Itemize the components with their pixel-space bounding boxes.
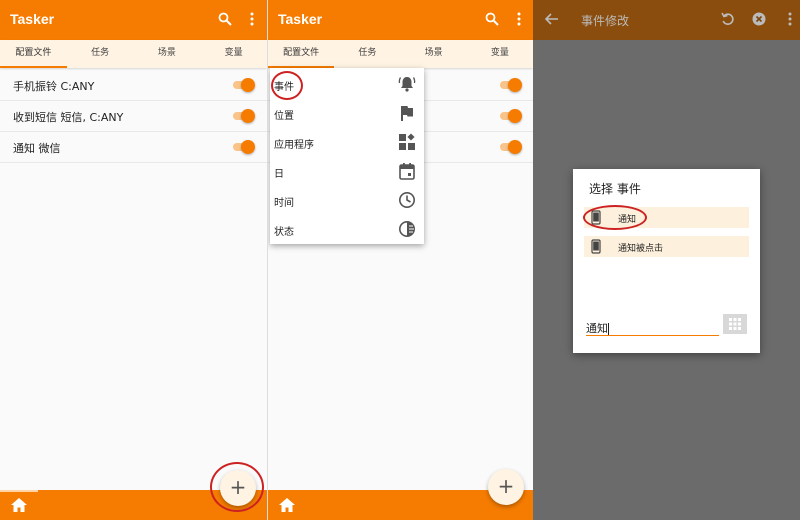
- menu-item-time[interactable]: 时间: [270, 186, 424, 215]
- contrast-icon: [398, 220, 416, 238]
- filter-input-value: 通知: [586, 322, 608, 335]
- home-icon[interactable]: [278, 497, 296, 513]
- search-icon[interactable]: [483, 10, 501, 28]
- grid-icon: [729, 318, 741, 330]
- profile-label: 手机振铃 C:ANY: [13, 80, 95, 93]
- screen-event-edit: 事件修改 选择 事件 通知 通知被点击 通知: [533, 0, 800, 520]
- tab-tasks[interactable]: 任务: [67, 40, 134, 68]
- profile-toggle[interactable]: [496, 78, 522, 92]
- profile-toggle[interactable]: [229, 78, 255, 92]
- app-title: Tasker: [10, 11, 55, 27]
- calendar-icon: [398, 162, 416, 180]
- tab-profiles[interactable]: 配置文件: [0, 40, 67, 68]
- keyboard-grid-button[interactable]: [723, 314, 747, 334]
- undo-icon[interactable]: [719, 10, 737, 28]
- event-item-notification-click[interactable]: 通知被点击: [584, 236, 749, 257]
- search-icon[interactable]: [216, 10, 234, 28]
- menu-item-label: 应用程序: [274, 140, 314, 151]
- profile-toggle[interactable]: [229, 140, 255, 154]
- tab-bar: 配置文件 任务 场景 变量: [268, 40, 533, 68]
- app-bar: Tasker: [268, 0, 533, 40]
- home-icon[interactable]: [10, 497, 28, 513]
- screen-profiles: Tasker 配置文件 任务 场景 变量 手机振铃 C:ANY 收到短信 短信,…: [0, 0, 267, 520]
- event-item-label: 通知被点击: [618, 244, 664, 254]
- profile-row[interactable]: 手机振铃 C:ANY: [0, 70, 267, 101]
- menu-item-state[interactable]: 状态: [270, 215, 424, 244]
- bell-alert-icon: [398, 75, 416, 93]
- profile-toggle[interactable]: [229, 109, 255, 123]
- phone-icon: [591, 239, 601, 254]
- profile-row[interactable]: 通知 微信: [0, 132, 267, 163]
- menu-item-label: 日: [274, 169, 284, 180]
- app-bar: 事件修改: [533, 0, 800, 40]
- flag-icon: [398, 104, 416, 122]
- filter-input[interactable]: 通知: [586, 318, 719, 336]
- dialog-title: 选择 事件: [589, 182, 641, 196]
- tab-scenes[interactable]: 场景: [401, 40, 467, 68]
- clock-icon: [398, 191, 416, 209]
- cancel-icon[interactable]: [750, 10, 768, 28]
- screen-add-profile-menu: Tasker 配置文件 任务 场景 变量 事件 位置 应用程序 日 时间 状态 …: [267, 0, 533, 520]
- profile-label: 通知 微信: [13, 142, 61, 155]
- menu-item-label: 状态: [274, 227, 294, 238]
- profile-toggle[interactable]: [496, 140, 522, 154]
- tab-scenes[interactable]: 场景: [134, 40, 201, 68]
- menu-item-label: 位置: [274, 111, 294, 122]
- profile-label: 收到短信 短信, C:ANY: [13, 111, 124, 124]
- tab-bar: 配置文件 任务 场景 变量: [0, 40, 267, 68]
- add-button[interactable]: +: [488, 469, 524, 505]
- tab-variables[interactable]: 变量: [467, 40, 533, 68]
- highlight-circle: [583, 205, 647, 230]
- select-event-dialog: 选择 事件 通知 通知被点击 通知: [573, 169, 760, 353]
- menu-item-location[interactable]: 位置: [270, 99, 424, 128]
- app-bar: Tasker: [0, 0, 267, 40]
- tab-tasks[interactable]: 任务: [334, 40, 400, 68]
- tab-profiles[interactable]: 配置文件: [268, 40, 335, 68]
- tab-variables[interactable]: 变量: [200, 40, 267, 68]
- menu-item-application[interactable]: 应用程序: [270, 128, 424, 157]
- menu-item-label: 时间: [274, 198, 294, 209]
- more-vert-icon[interactable]: [510, 10, 528, 28]
- more-vert-icon[interactable]: [243, 10, 261, 28]
- page-title: 事件修改: [581, 14, 630, 28]
- app-title: Tasker: [278, 11, 323, 27]
- back-arrow-icon[interactable]: [543, 10, 561, 28]
- apps-widgets-icon: [398, 133, 416, 151]
- profile-row[interactable]: 收到短信 短信, C:ANY: [0, 101, 267, 132]
- menu-item-day[interactable]: 日: [270, 157, 424, 186]
- highlight-circle: [271, 71, 303, 100]
- profile-toggle[interactable]: [496, 109, 522, 123]
- progress-indicator: [0, 490, 38, 492]
- highlight-circle: [210, 462, 264, 512]
- more-vert-icon[interactable]: [781, 10, 799, 28]
